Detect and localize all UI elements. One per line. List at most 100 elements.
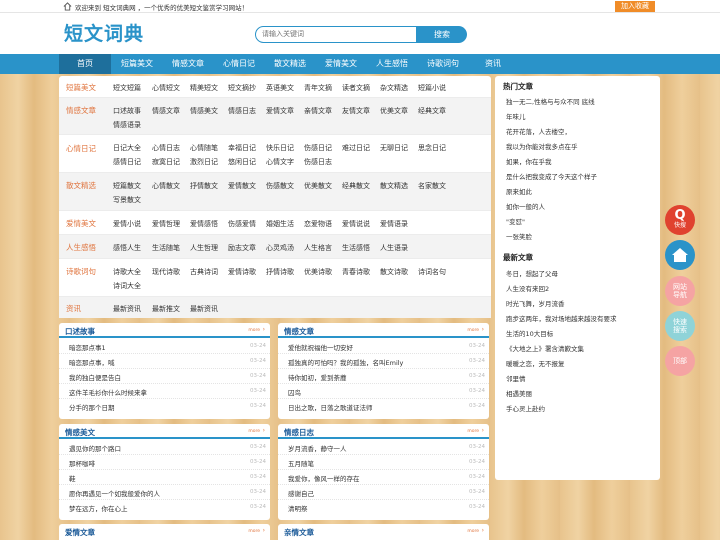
nav-item-short-prose[interactable]: 短篇美文 bbox=[112, 54, 162, 74]
nav-item-poetry[interactable]: 诗歌词句 bbox=[418, 54, 468, 74]
list-item[interactable]: 暗恋那点事1 03-24 bbox=[59, 339, 270, 354]
article-link[interactable]: 爱他就祝福他一切安好 bbox=[288, 342, 353, 352]
category-link[interactable]: 友情文章 bbox=[342, 106, 370, 116]
list-item[interactable]: 暗恋那点事，喊 03-24 bbox=[59, 354, 270, 369]
search-input[interactable] bbox=[255, 26, 417, 43]
category-link[interactable]: 爱情说说 bbox=[342, 219, 370, 229]
category-link[interactable]: 心情文字 bbox=[266, 157, 294, 167]
category-link[interactable]: 人生格言 bbox=[304, 243, 332, 253]
hot-article-link[interactable]: 原来如此 bbox=[506, 186, 532, 196]
more-arrow-icon[interactable]: › bbox=[263, 427, 265, 434]
list-item[interactable]: 爱他就祝福他一切安好 03-24 bbox=[278, 339, 489, 354]
article-link[interactable]: 日出之歌，日落之歌道证法师 bbox=[288, 402, 373, 412]
category-link[interactable]: 抒情散文 bbox=[190, 181, 218, 191]
new-article-link[interactable]: 邻里情 bbox=[506, 373, 526, 383]
category-link[interactable]: 伤感日记 bbox=[304, 143, 332, 153]
category-link[interactable]: 爱情诗歌 bbox=[228, 267, 256, 277]
list-item[interactable]: 清明祭 03-24 bbox=[278, 500, 489, 515]
category-link[interactable]: 悠闲日记 bbox=[228, 157, 256, 167]
category-link[interactable]: 人生语录 bbox=[380, 243, 408, 253]
hot-article-link[interactable]: 我以为你能对我多点在乎 bbox=[506, 141, 578, 151]
article-link[interactable]: 我爱你，像风一样的存在 bbox=[288, 473, 360, 483]
box-title[interactable]: 情感美文 bbox=[65, 427, 95, 438]
category-link[interactable]: 最新推文 bbox=[152, 304, 180, 314]
article-link[interactable]: 梦在远方，你在心上 bbox=[69, 503, 128, 513]
category-link[interactable]: 感情日记 bbox=[113, 157, 141, 167]
home-float-button[interactable] bbox=[665, 240, 695, 270]
category-link[interactable]: 励志文章 bbox=[228, 243, 256, 253]
category-link[interactable]: 幸福日记 bbox=[228, 143, 256, 153]
article-link[interactable]: 囚鸟 bbox=[288, 387, 301, 397]
new-article-link[interactable]: 时光飞舞，岁月流香 bbox=[506, 298, 565, 308]
category-link[interactable]: 爱情语录 bbox=[380, 219, 408, 229]
category-name[interactable]: 情感文章 bbox=[66, 105, 96, 116]
category-link[interactable]: 生活随笔 bbox=[152, 243, 180, 253]
category-link[interactable]: 心情散文 bbox=[152, 181, 180, 191]
more-arrow-icon[interactable]: › bbox=[482, 326, 484, 333]
category-link[interactable]: 伤感散文 bbox=[266, 181, 294, 191]
category-link[interactable]: 最新资讯 bbox=[113, 304, 141, 314]
box-title[interactable]: 口述故事 bbox=[65, 326, 95, 337]
category-link[interactable]: 情感语录 bbox=[113, 120, 141, 130]
category-link[interactable]: 写景散文 bbox=[113, 195, 141, 205]
list-item[interactable]: 遇见你的那个路口 03-24 bbox=[59, 440, 270, 455]
article-link[interactable]: 遇见你的那个路口 bbox=[69, 443, 121, 453]
category-link[interactable]: 读者文摘 bbox=[342, 83, 370, 93]
category-link[interactable]: 青春诗歌 bbox=[342, 267, 370, 277]
nav-item-life-insights[interactable]: 人生感悟 bbox=[367, 54, 417, 74]
list-item[interactable]: 囚鸟 03-24 bbox=[278, 384, 489, 399]
nav-item-mood-diary[interactable]: 心情日记 bbox=[214, 54, 264, 74]
category-link[interactable]: 日记大全 bbox=[113, 143, 141, 153]
category-link[interactable]: 现代诗歌 bbox=[152, 267, 180, 277]
category-link[interactable]: 爱情小说 bbox=[113, 219, 141, 229]
more-link[interactable]: more bbox=[467, 529, 479, 534]
category-link[interactable]: 优美文章 bbox=[380, 106, 408, 116]
category-link[interactable]: 爱情文章 bbox=[266, 106, 294, 116]
more-link[interactable]: more bbox=[248, 328, 260, 333]
category-link[interactable]: 无聊日记 bbox=[380, 143, 408, 153]
list-item[interactable]: 梦在远方，你在心上 03-24 bbox=[59, 500, 270, 515]
category-link[interactable]: 伤感日志 bbox=[304, 157, 332, 167]
more-link[interactable]: more bbox=[248, 429, 260, 434]
category-link[interactable]: 诗词名句 bbox=[418, 267, 446, 277]
category-link[interactable]: 爱情哲理 bbox=[152, 219, 180, 229]
category-name[interactable]: 短篇美文 bbox=[66, 82, 96, 93]
list-item[interactable]: 孤独真的可怕吗？我的孤独，名叫Emily 03-24 bbox=[278, 354, 489, 369]
category-link[interactable]: 诗歌大全 bbox=[113, 267, 141, 277]
list-item[interactable]: 五月随笔 03-24 bbox=[278, 455, 489, 470]
article-link[interactable]: 鞋 bbox=[69, 473, 76, 483]
category-name[interactable]: 爱情美文 bbox=[66, 218, 96, 229]
category-link[interactable]: 口述故事 bbox=[113, 106, 141, 116]
category-link[interactable]: 优美散文 bbox=[304, 181, 332, 191]
site-logo[interactable]: 短文词典 bbox=[64, 19, 144, 46]
category-link[interactable]: 难过日记 bbox=[342, 143, 370, 153]
article-link[interactable]: 分手的那个日期 bbox=[69, 402, 115, 412]
nav-item-home[interactable]: 首页 bbox=[59, 54, 111, 74]
category-link[interactable]: 心情短文 bbox=[152, 83, 180, 93]
hot-article-link[interactable]: 一张笑脸 bbox=[506, 231, 532, 241]
category-link[interactable]: 激烈日记 bbox=[190, 157, 218, 167]
list-item[interactable]: 这件羊毛衫你什么时候来拿 03-24 bbox=[59, 384, 270, 399]
category-link[interactable]: 青年文摘 bbox=[304, 83, 332, 93]
list-item[interactable]: 分手的那个日期 03-24 bbox=[59, 399, 270, 414]
category-link[interactable]: 恋爱物语 bbox=[304, 219, 332, 229]
article-link[interactable]: 那杯咖啡 bbox=[69, 458, 95, 468]
nav-item-news[interactable]: 资讯 bbox=[469, 54, 517, 74]
new-article-link[interactable]: 人生没有来回2 bbox=[506, 283, 549, 293]
category-link[interactable]: 心灵鸡汤 bbox=[266, 243, 294, 253]
category-link[interactable]: 经典散文 bbox=[342, 181, 370, 191]
quick-search-float-button-2[interactable]: 快速搜索 bbox=[665, 311, 695, 341]
quick-search-float-button[interactable]: Q 快搜 bbox=[665, 205, 695, 235]
new-article-link[interactable]: 冬日，想起了父母 bbox=[506, 268, 558, 278]
hot-article-link[interactable]: 花开花落，人去楼空， bbox=[506, 126, 571, 136]
category-link[interactable]: 诗词大全 bbox=[113, 281, 141, 291]
article-link[interactable]: 这件羊毛衫你什么时候来拿 bbox=[69, 387, 147, 397]
category-name[interactable]: 人生感悟 bbox=[66, 242, 96, 253]
hot-article-link[interactable]: "变怼" bbox=[506, 216, 525, 226]
hot-article-link[interactable]: 是什么把我变成了今天这个样子 bbox=[506, 171, 597, 181]
category-link[interactable]: 精美短文 bbox=[190, 83, 218, 93]
category-link[interactable]: 名家散文 bbox=[418, 181, 446, 191]
category-link[interactable]: 心情日志 bbox=[152, 143, 180, 153]
category-name[interactable]: 散文精选 bbox=[66, 180, 96, 191]
category-link[interactable]: 情感美文 bbox=[190, 106, 218, 116]
